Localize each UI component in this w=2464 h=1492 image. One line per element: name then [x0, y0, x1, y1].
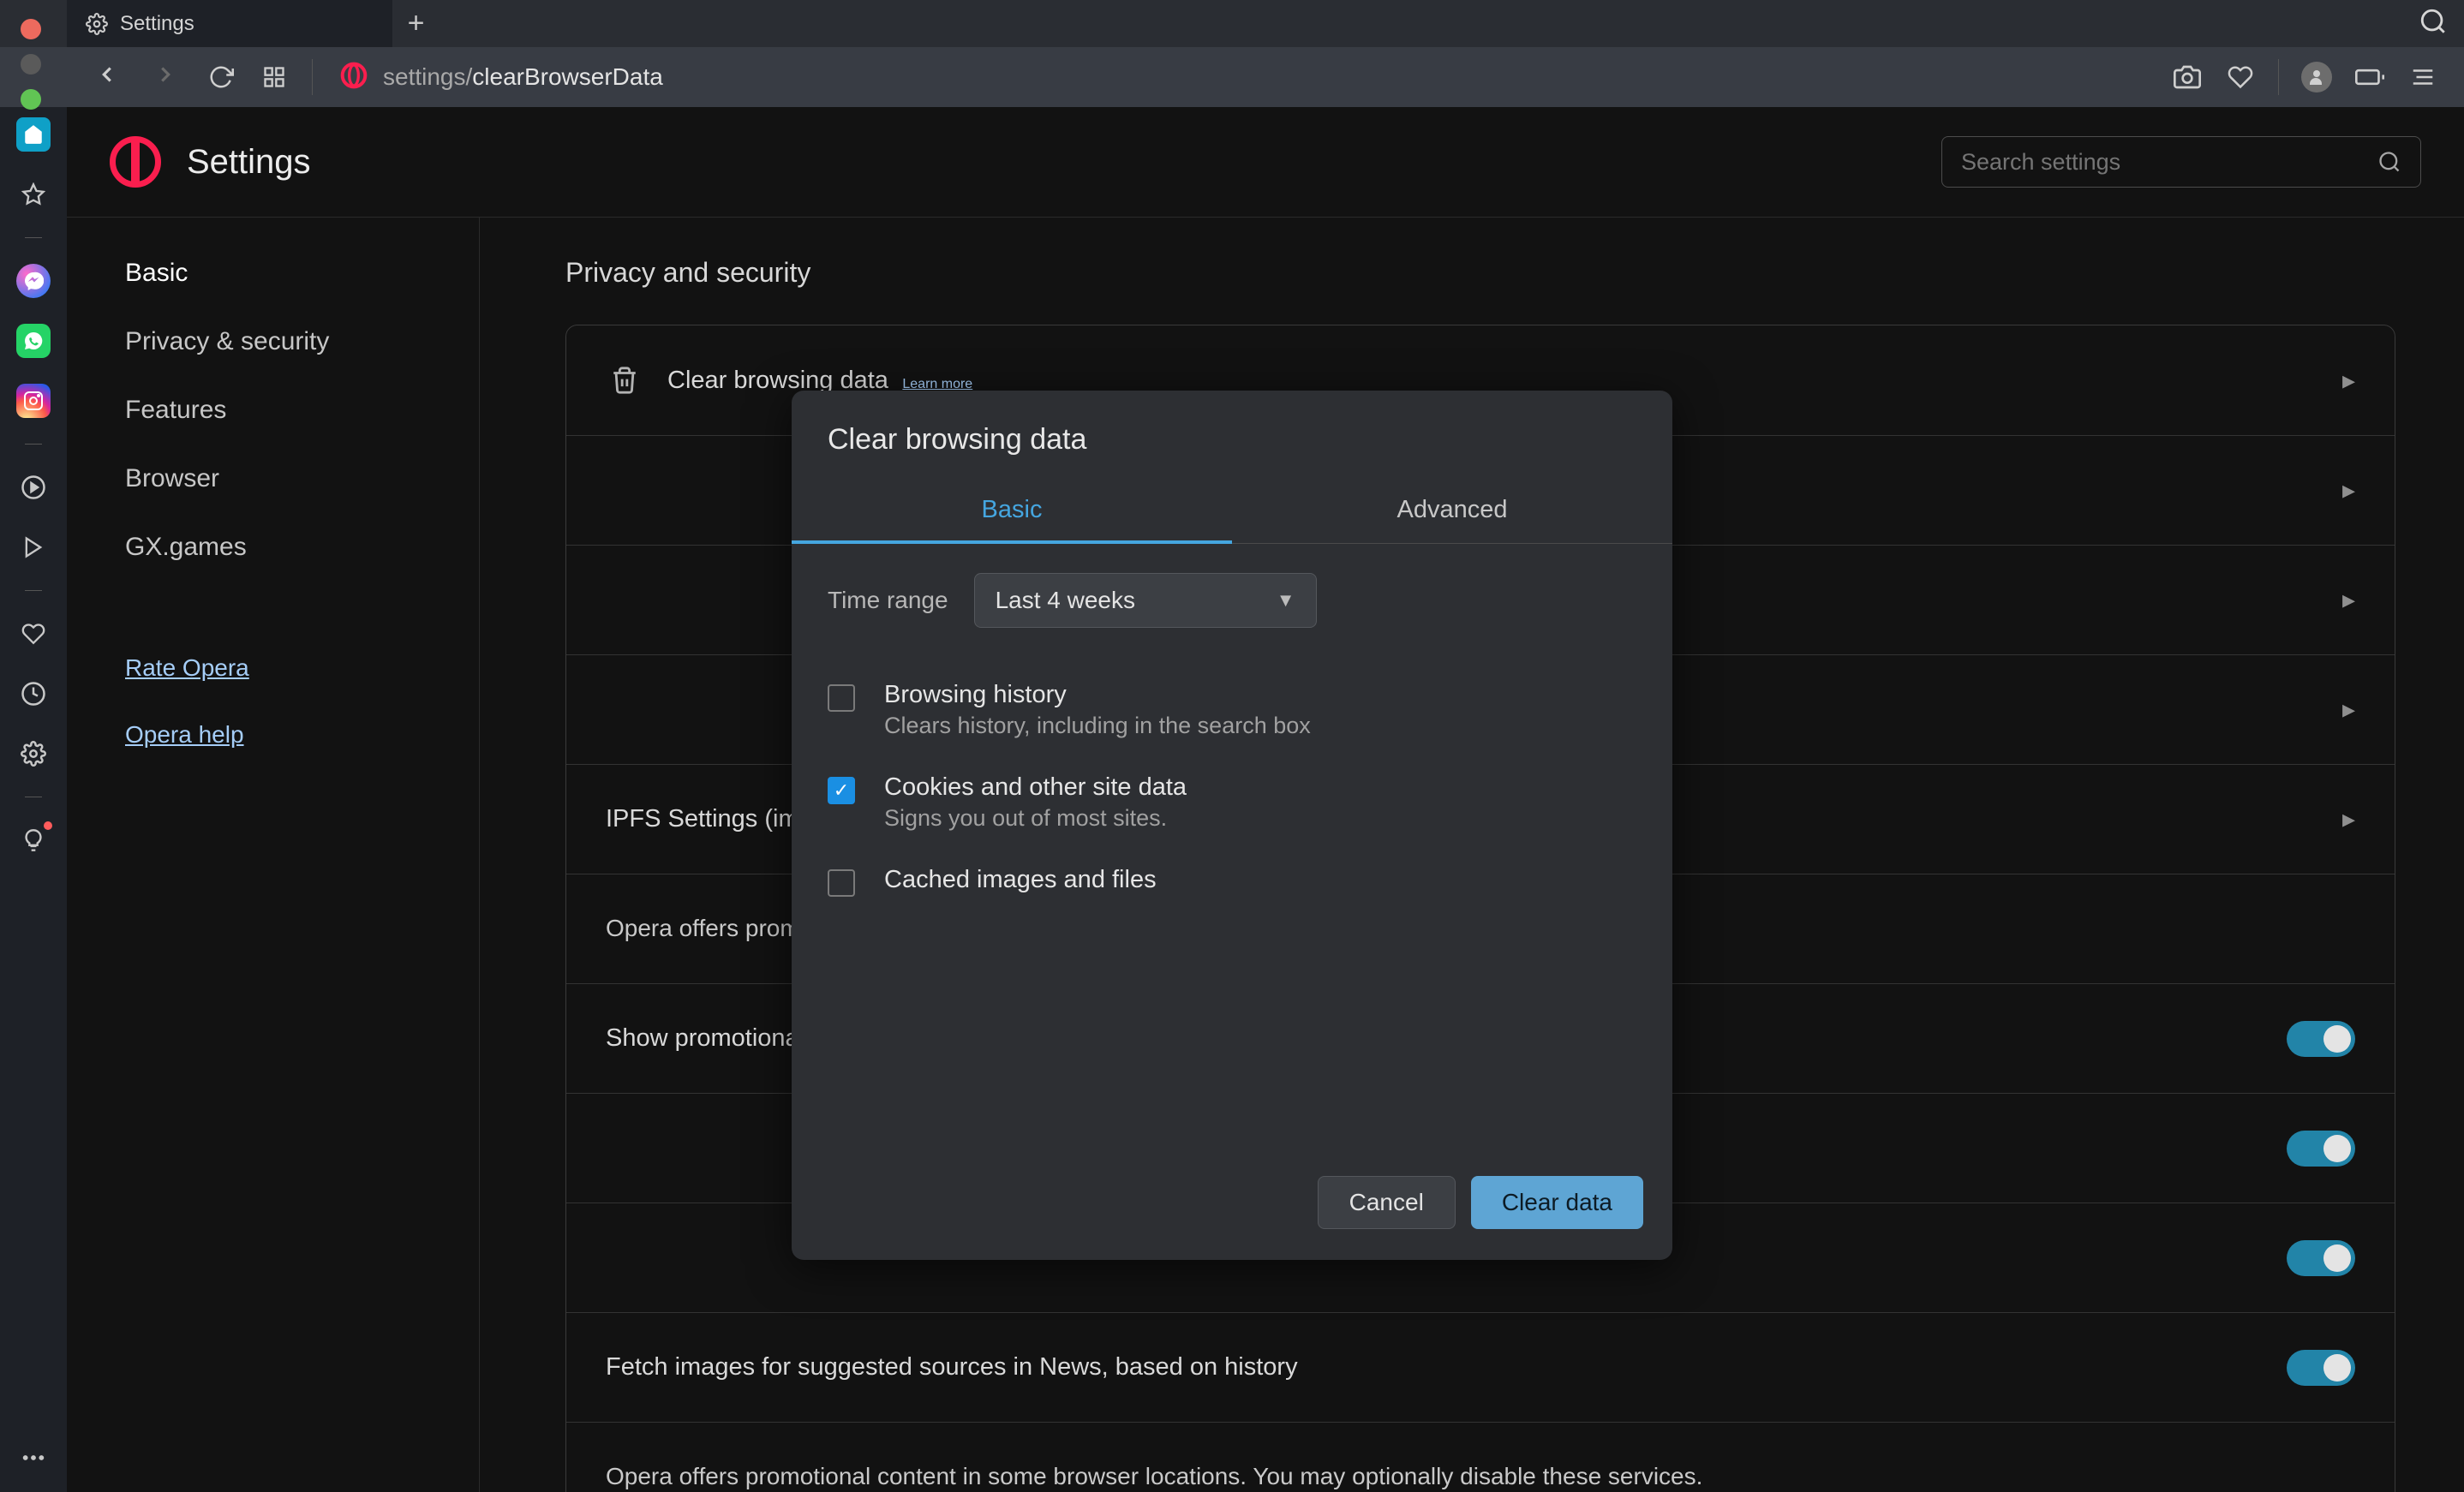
clear-data-button[interactable]: Clear data: [1471, 1176, 1643, 1229]
time-range-label: Time range: [828, 587, 948, 614]
time-range-select[interactable]: Last 4 weeks ▼: [974, 573, 1317, 628]
checkbox-row-cookies[interactable]: ✓ Cookies and other site data Signs you …: [828, 756, 1636, 849]
dialog-tab-basic[interactable]: Basic: [792, 477, 1232, 543]
checkbox-history[interactable]: [828, 684, 855, 712]
checkbox-sublabel: Clears history, including in the search …: [884, 713, 1311, 739]
chevron-down-icon: ▼: [1277, 589, 1295, 612]
cancel-button[interactable]: Cancel: [1318, 1176, 1456, 1229]
checkbox-label: Cached images and files: [884, 866, 1157, 894]
dialog-title: Clear browsing data: [792, 391, 1672, 477]
checkbox-label: Cookies and other site data: [884, 773, 1187, 802]
time-range-value: Last 4 weeks: [996, 587, 1135, 614]
checkbox-sublabel: Signs you out of most sites.: [884, 805, 1187, 832]
checkbox-row-cache[interactable]: Cached images and files: [828, 849, 1636, 914]
clear-browsing-data-dialog: Clear browsing data Basic Advanced Time …: [792, 391, 1672, 1260]
checkbox-label: Browsing history: [884, 681, 1311, 709]
dialog-tab-advanced[interactable]: Advanced: [1232, 477, 1672, 543]
dialog-tabs: Basic Advanced: [792, 477, 1672, 544]
checkbox-row-history[interactable]: Browsing history Clears history, includi…: [828, 664, 1636, 756]
checkbox-cookies[interactable]: ✓: [828, 777, 855, 804]
modal-overlay: Clear browsing data Basic Advanced Time …: [0, 0, 2464, 1492]
checkbox-cache[interactable]: [828, 869, 855, 897]
